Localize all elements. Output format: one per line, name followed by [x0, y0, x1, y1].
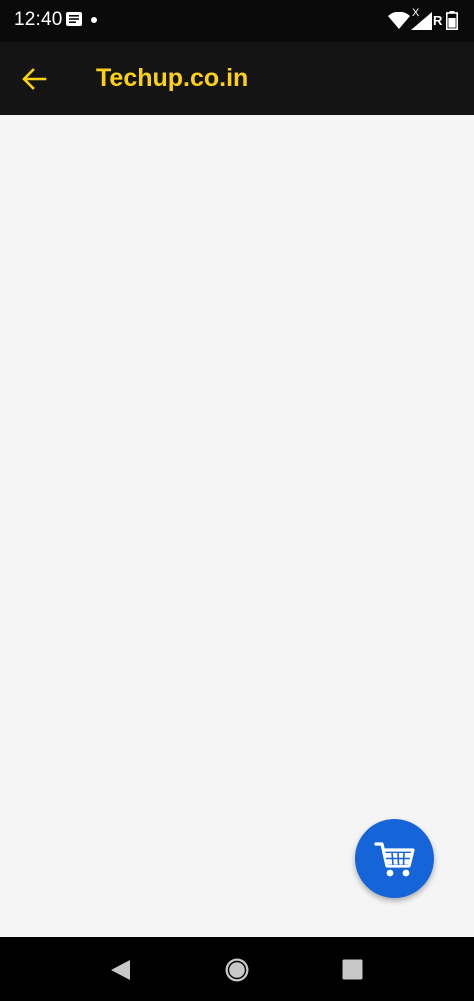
triangle-back-icon[interactable] — [108, 958, 132, 982]
system-nav-bar — [0, 937, 474, 1001]
app-toolbar: Techup.co.in — [0, 42, 474, 115]
page-title: Techup.co.in — [96, 64, 249, 92]
back-button[interactable] — [14, 60, 54, 98]
battery-icon — [446, 11, 458, 30]
cell-signal-icon — [411, 12, 432, 30]
roaming-indicator: R — [433, 13, 443, 28]
shopping-cart-icon — [373, 841, 415, 876]
app-screen: 12:40 X R Techup.co.in — [0, 0, 474, 1001]
wifi-icon — [388, 12, 410, 29]
status-bar: 12:40 X R — [0, 0, 474, 42]
message-notification-icon — [66, 12, 82, 26]
content-area — [0, 115, 474, 937]
square-recents-icon[interactable] — [342, 959, 363, 980]
arrow-back-icon — [22, 68, 47, 90]
circle-home-icon[interactable] — [224, 957, 250, 983]
notification-dot-icon — [91, 17, 97, 23]
status-time: 12:40 — [14, 9, 63, 30]
cart-fab-button[interactable] — [355, 819, 434, 898]
